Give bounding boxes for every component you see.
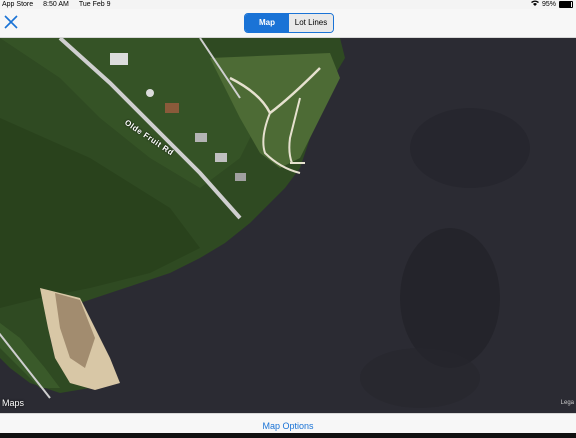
- water-shade: [410, 108, 530, 188]
- satellite-map[interactable]: [0, 38, 576, 413]
- battery-icon: [559, 1, 573, 8]
- status-left: App Store 8:50 AM Tue Feb 9: [2, 0, 120, 9]
- battery-percent: 95%: [541, 1, 556, 8]
- building: [215, 153, 227, 162]
- status-time: 8:50 AM: [43, 1, 69, 8]
- bottom-bar: Map Options: [0, 413, 576, 433]
- water-shade: [400, 228, 500, 368]
- header: Map Lot Lines: [0, 9, 576, 38]
- building: [165, 103, 179, 113]
- wifi-icon: [530, 0, 539, 9]
- legal-link[interactable]: Lega: [561, 400, 574, 406]
- maps-attribution: Maps: [2, 398, 25, 408]
- water-shade: [360, 348, 480, 408]
- tab-lot-lines[interactable]: Lot Lines: [289, 14, 333, 32]
- map-type-segmented-control: Map Lot Lines: [244, 13, 334, 33]
- building: [110, 53, 128, 65]
- status-right: 95%: [530, 0, 573, 9]
- building: [235, 173, 246, 181]
- tab-map[interactable]: Map: [245, 14, 289, 32]
- close-icon[interactable]: [3, 14, 19, 30]
- status-bar: App Store 8:50 AM Tue Feb 9 95%: [0, 0, 576, 9]
- status-date: Tue Feb 9: [78, 1, 111, 8]
- map-options-button[interactable]: Map Options: [262, 421, 313, 431]
- building: [195, 133, 207, 142]
- pool: [146, 89, 154, 97]
- back-to-app-store[interactable]: App Store: [2, 1, 33, 8]
